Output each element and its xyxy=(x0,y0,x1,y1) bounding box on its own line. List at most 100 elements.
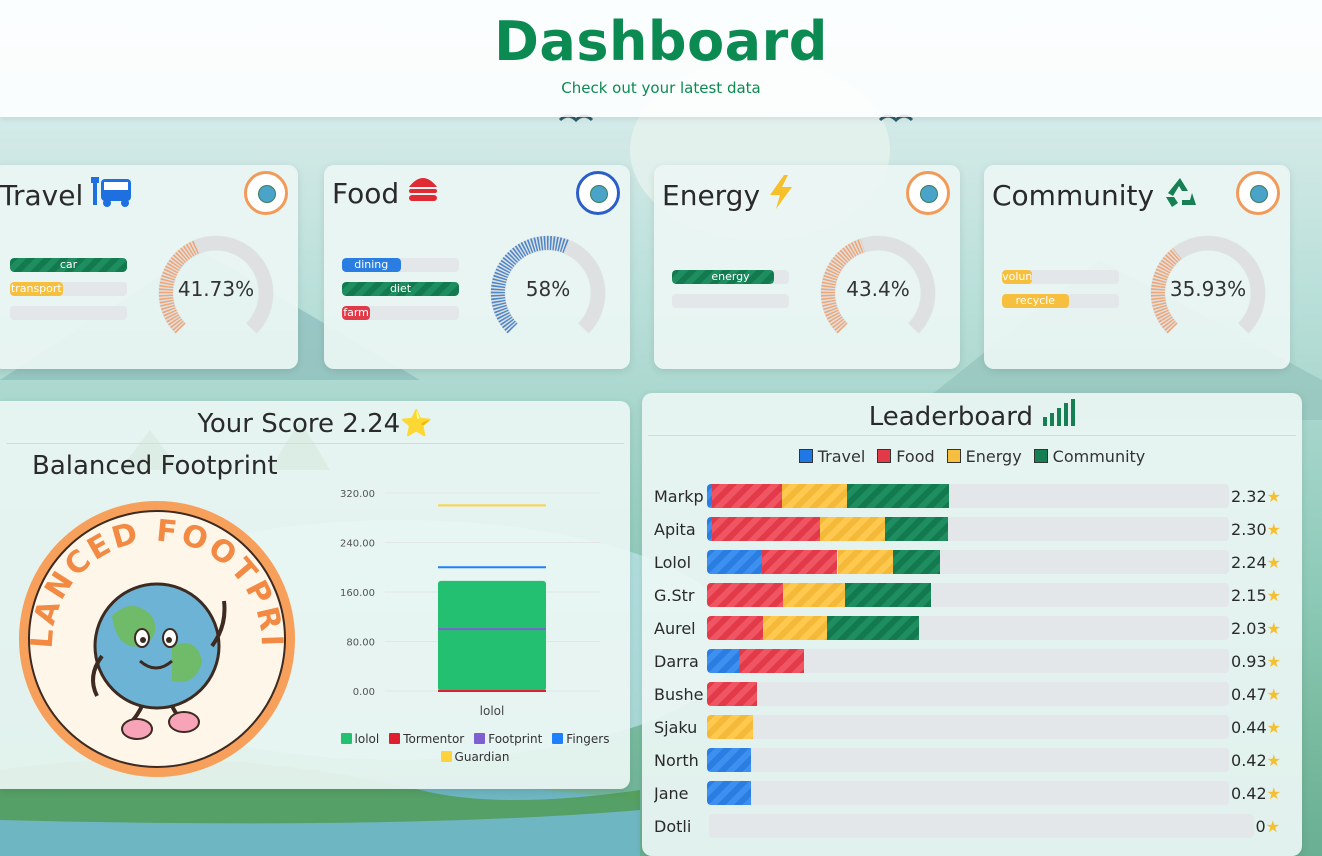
progress-bar: farm xyxy=(342,306,459,320)
player-name: Apita xyxy=(654,519,696,539)
gauge: 41.73% xyxy=(158,235,274,339)
legend-item[interactable]: Fingers xyxy=(552,732,609,746)
legend-label: Tormentor xyxy=(403,732,465,746)
legend-swatch xyxy=(1033,449,1048,463)
player-score: 2.24★ xyxy=(1231,552,1281,572)
star-icon: ★ xyxy=(1266,684,1281,704)
score-segment xyxy=(845,583,932,607)
star-icon: ★ xyxy=(1265,816,1280,836)
score-bar xyxy=(707,583,1229,607)
category-card-community: Community volun recycle 35.93% xyxy=(984,165,1290,369)
balanced-footprint-badge xyxy=(1236,171,1280,215)
player-name: Darra xyxy=(654,651,699,671)
gauge: 43.4% xyxy=(820,235,936,339)
bar-lolol xyxy=(438,580,546,691)
star-icon: ★ xyxy=(1266,750,1281,770)
score-segment xyxy=(707,583,783,607)
score-segment xyxy=(739,649,805,673)
score-segment xyxy=(707,748,752,772)
score-title: Your Score 2.24⭐ xyxy=(197,409,433,439)
leaderboard-legend: Travel Food Energy Community xyxy=(642,447,1302,466)
player-name: Dotli xyxy=(654,816,692,836)
gauge-percent: 43.4% xyxy=(846,277,910,301)
score-segment xyxy=(819,517,885,541)
score-segment xyxy=(761,550,838,574)
category-card-travel: Travel car transport 41.73% xyxy=(0,165,298,369)
leaderboard-row: Aurel 2.03★ xyxy=(654,616,1281,640)
leaderboard-row: Markp 2.32★ xyxy=(654,484,1281,508)
legend-swatch xyxy=(946,449,961,463)
y-tick-label: 0.00 xyxy=(353,687,375,698)
player-score: 2.30★ xyxy=(1231,519,1281,539)
legend-item-energy[interactable]: Energy xyxy=(946,447,1022,466)
legend-swatch xyxy=(474,733,486,744)
legend-item[interactable]: Footprint xyxy=(474,732,542,746)
progress-label: recycle xyxy=(1015,294,1056,307)
legend-swatch xyxy=(440,751,452,762)
signal-bars-icon xyxy=(1043,399,1076,426)
progress-bar xyxy=(672,294,789,308)
legend-item-travel[interactable]: Travel xyxy=(798,447,866,466)
star-icon: ★ xyxy=(1266,717,1281,737)
bus-icon xyxy=(91,175,133,216)
category-title: Community xyxy=(992,175,1198,216)
legend-label: Travel xyxy=(817,447,866,466)
leaderboard-row: Bushe 0.47★ xyxy=(654,682,1281,706)
progress-bar xyxy=(10,306,127,320)
player-score: 0.44★ xyxy=(1231,717,1281,737)
star-icon: ⭐ xyxy=(400,409,433,439)
progress-label: diet xyxy=(389,282,412,295)
page-title: Dashboard xyxy=(494,10,828,73)
progress-label: dining xyxy=(354,258,389,271)
leaderboard-row: Sjaku 0.44★ xyxy=(654,715,1281,739)
lightning-icon xyxy=(768,175,794,216)
score-segment xyxy=(707,649,740,673)
leaderboard-row: North 0.42★ xyxy=(654,748,1281,772)
player-score: 0.93★ xyxy=(1231,651,1281,671)
star-icon: ★ xyxy=(1266,486,1281,506)
player-score: 2.15★ xyxy=(1231,585,1281,605)
green-fingers-badge xyxy=(576,171,620,215)
leaderboard-row: Lolol 2.24★ xyxy=(654,550,1281,574)
score-segment xyxy=(707,550,762,574)
player-score: 0.42★ xyxy=(1231,783,1281,803)
player-name: Markp xyxy=(654,486,704,506)
chart-legend: lolol Tormentor Footprint Fingers Guardian xyxy=(330,730,620,766)
progress-label: farm xyxy=(343,306,369,319)
legend-label: Fingers xyxy=(566,732,610,746)
legend-item[interactable]: Guardian xyxy=(440,750,510,764)
score-segment xyxy=(782,583,846,607)
legend-item[interactable]: lolol xyxy=(340,732,379,746)
progress-label: car xyxy=(59,258,78,271)
recycle-icon xyxy=(1162,175,1198,216)
score-bar xyxy=(707,616,1229,640)
legend-item-food[interactable]: Food xyxy=(877,447,935,466)
score-segment xyxy=(707,682,758,706)
score-segment xyxy=(763,616,828,640)
legend-label: Guardian xyxy=(454,750,510,764)
progress-bars: dining diet farm xyxy=(342,258,459,330)
progress-label: energy xyxy=(711,270,750,283)
leaderboard-row: Jane 0.42★ xyxy=(654,781,1281,805)
player-name: Aurel xyxy=(654,618,696,638)
progress-label: volun xyxy=(1002,270,1033,283)
category-title: Travel xyxy=(0,175,133,216)
legend-swatch xyxy=(389,733,401,744)
score-bar xyxy=(707,748,1229,772)
leaderboard-title: Leaderboard xyxy=(642,399,1302,432)
gauge-percent: 35.93% xyxy=(1169,277,1247,301)
legend-swatch xyxy=(340,733,352,744)
progress-bar: dining xyxy=(342,258,459,272)
legend-item-community[interactable]: Community xyxy=(1033,447,1145,466)
balanced-footprint-badge xyxy=(906,171,950,215)
progress-bar: transport xyxy=(10,282,127,296)
progress-bar: recycle xyxy=(1002,294,1119,308)
balanced-footprint-logo: BALANCED FOOTPRINT xyxy=(12,496,295,777)
player-score: 2.32★ xyxy=(1231,486,1281,506)
category-title: Food xyxy=(332,175,439,212)
legend-item[interactable]: Tormentor xyxy=(389,732,464,746)
leaderboard-row: G.Str 2.15★ xyxy=(654,583,1281,607)
progress-bars: volun recycle xyxy=(1002,270,1119,318)
page-subtitle: Check out your latest data xyxy=(561,79,761,97)
star-icon: ★ xyxy=(1266,519,1281,539)
